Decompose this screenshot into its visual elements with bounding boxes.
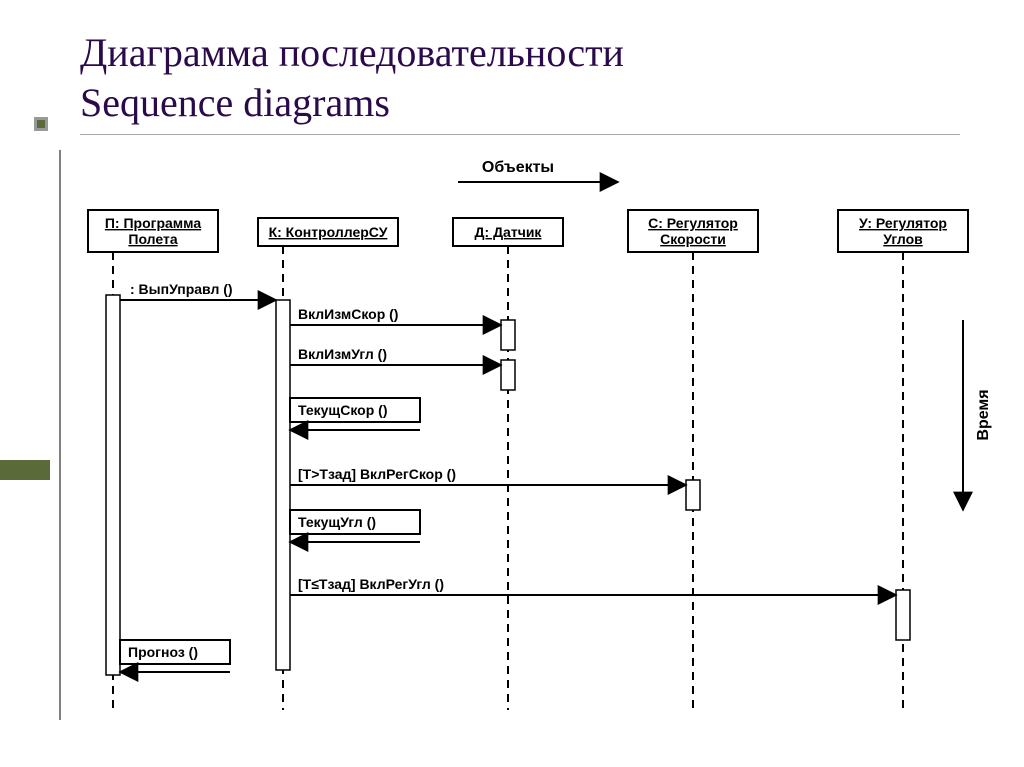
msg-2: ВклИзмУгл () <box>298 346 387 362</box>
msg-5: ТекущУгл () <box>298 514 376 530</box>
activation-C <box>686 480 700 510</box>
activation-U <box>896 590 910 640</box>
lifeline-U-line2: Углов <box>883 231 923 247</box>
activation-D1 <box>501 320 515 350</box>
lifeline-C-line1: С: Регулятор <box>648 215 738 231</box>
msg-3: ТекущСкор () <box>298 402 388 418</box>
lifeline-P-line1: П: Программа <box>105 215 201 231</box>
msg-4: [Т>Тзад] ВклРегСкор () <box>298 466 456 482</box>
lifeline-P-line2: Полета <box>128 231 177 247</box>
msg-1: ВклИзмСкор () <box>298 306 398 322</box>
side-accent <box>0 460 50 480</box>
lifeline-U-line1: У: Регулятор <box>859 215 947 231</box>
activation-D2 <box>501 360 515 390</box>
lifeline-C-line2: Скорости <box>660 231 726 247</box>
lifeline-K-line1: К: КонтроллерСУ <box>269 224 388 240</box>
title-area: Диаграмма последовательности Sequence di… <box>80 28 960 135</box>
slide: Диаграмма последовательности Sequence di… <box>0 0 1024 767</box>
activation-K <box>276 300 290 670</box>
lifeline-D-line1: Д: Датчик <box>475 224 543 240</box>
sequence-diagram: Объекты П: Программа Полета К: Контролле… <box>58 150 998 720</box>
title-line-1: Диаграмма последовательности <box>80 28 960 78</box>
activation-P <box>106 295 120 675</box>
objects-label: Объекты <box>482 159 554 176</box>
title-line-2: Sequence diagrams <box>80 78 960 128</box>
msg-0: : ВыпУправл () <box>130 281 233 297</box>
msg-6: [Т≤Тзад] ВклРегУгл () <box>298 576 444 592</box>
time-label: Время <box>975 389 992 440</box>
msg-7: Прогноз () <box>128 644 198 660</box>
bullet-icon <box>34 117 48 131</box>
